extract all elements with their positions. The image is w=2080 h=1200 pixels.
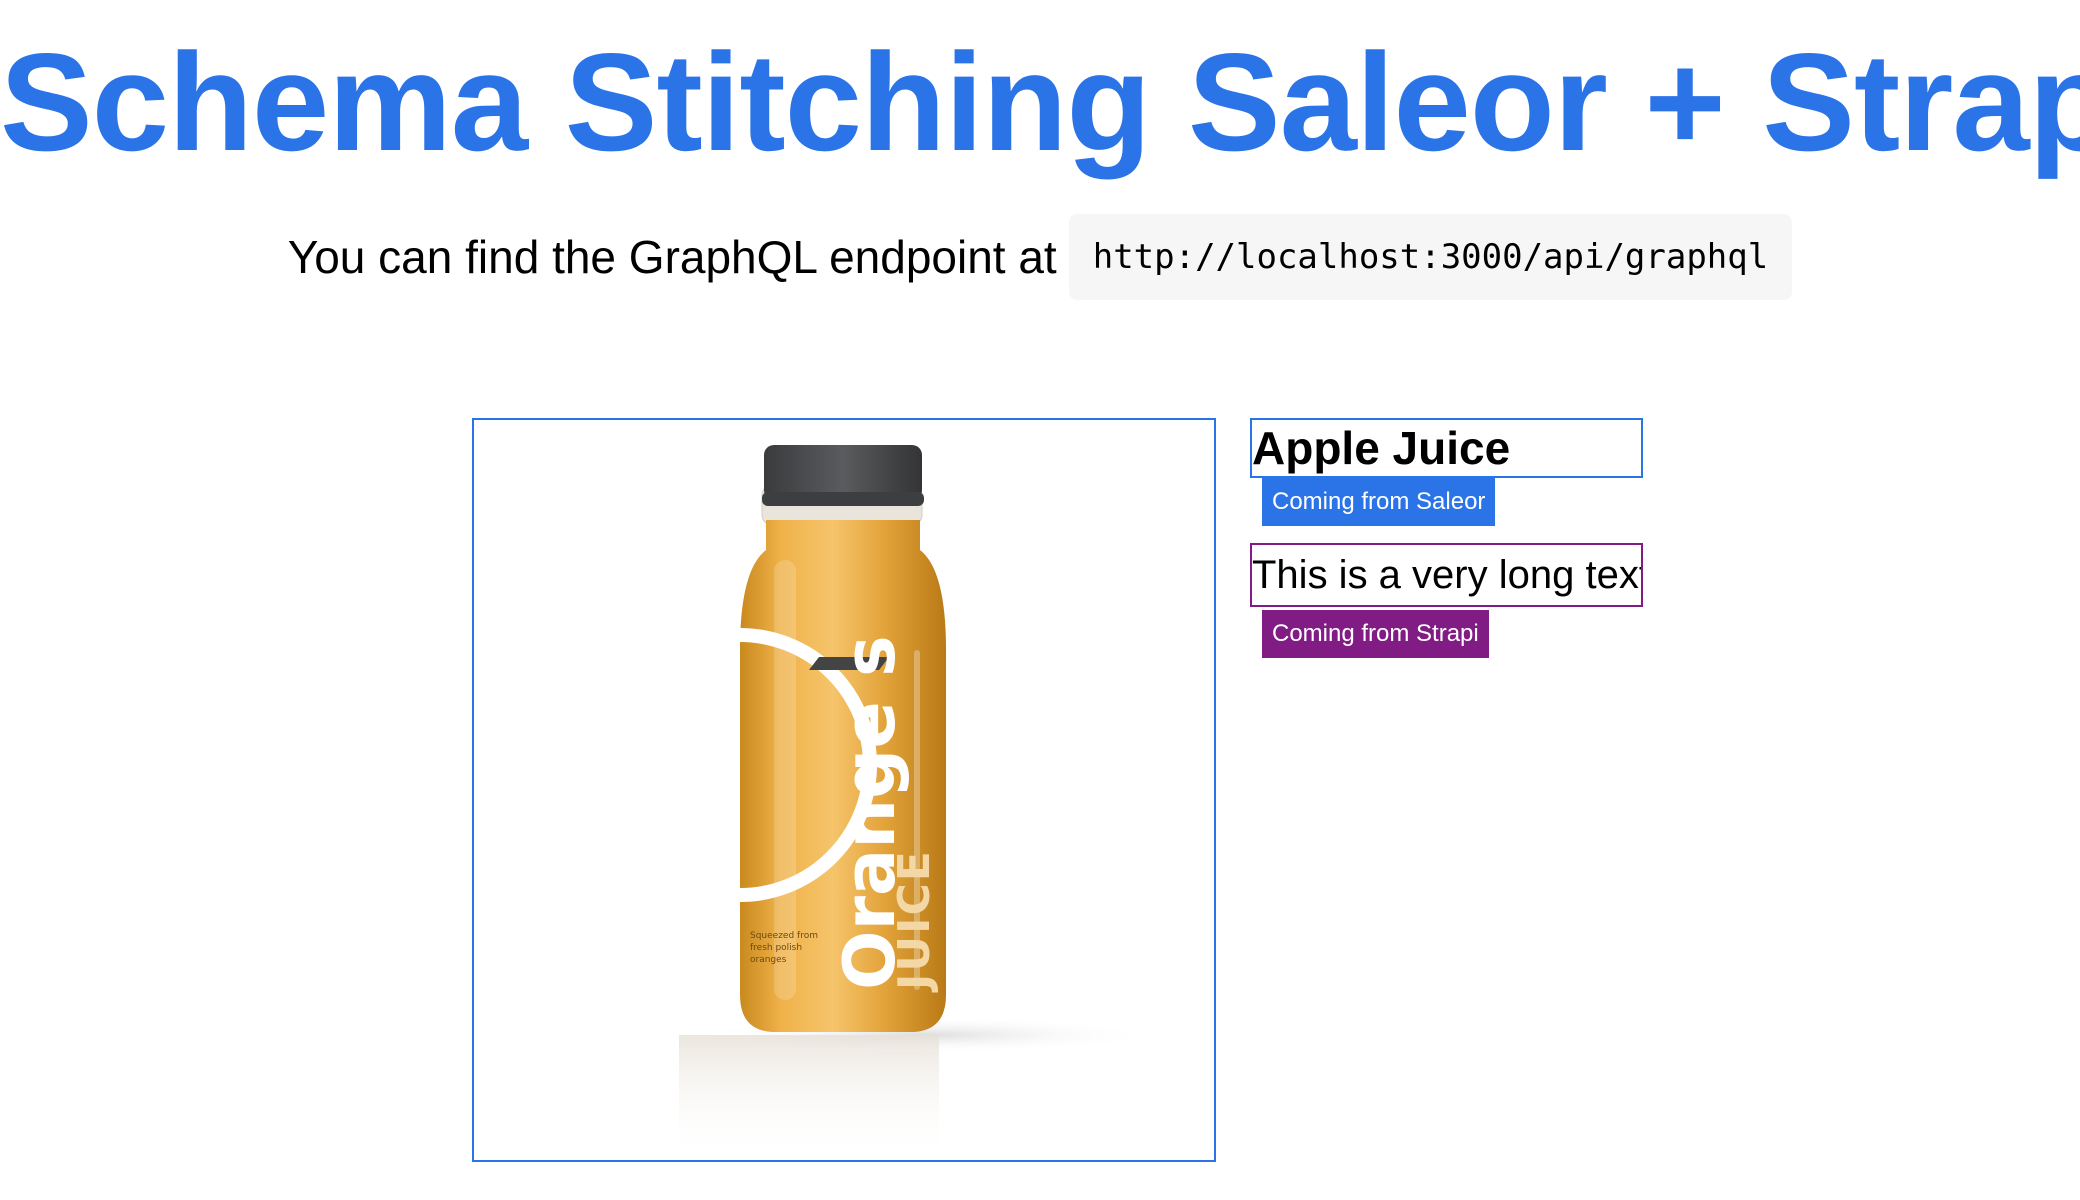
strapi-source-badge: Coming from Strapi: [1262, 610, 1489, 658]
page-title: Schema Stitching Saleor + Strapi: [0, 25, 2080, 180]
endpoint-url-code: http://localhost:3000/api/graphql: [1068, 214, 1793, 300]
endpoint-row: You can find the GraphQL endpoint at htt…: [0, 214, 2080, 300]
bottle-small-line-2: fresh polish: [750, 943, 802, 953]
product-image: Orange s JUICE Squeezed from fresh polis…: [472, 418, 1216, 1162]
saleor-source-badge: Coming from Saleor: [1262, 478, 1496, 526]
product-description: This is a very long text: [1250, 543, 1643, 607]
bottle-small-line-3: oranges: [750, 955, 787, 965]
endpoint-text: You can find the GraphQL endpoint at: [287, 231, 1057, 283]
bottle-label-sub: JUICE: [889, 849, 940, 993]
juice-bottle-illustration: Orange s JUICE Squeezed from fresh polis…: [674, 445, 1154, 1160]
bottle-small-line-1: Squeezed from: [750, 931, 818, 941]
product-name: Apple Juice: [1250, 418, 1643, 478]
